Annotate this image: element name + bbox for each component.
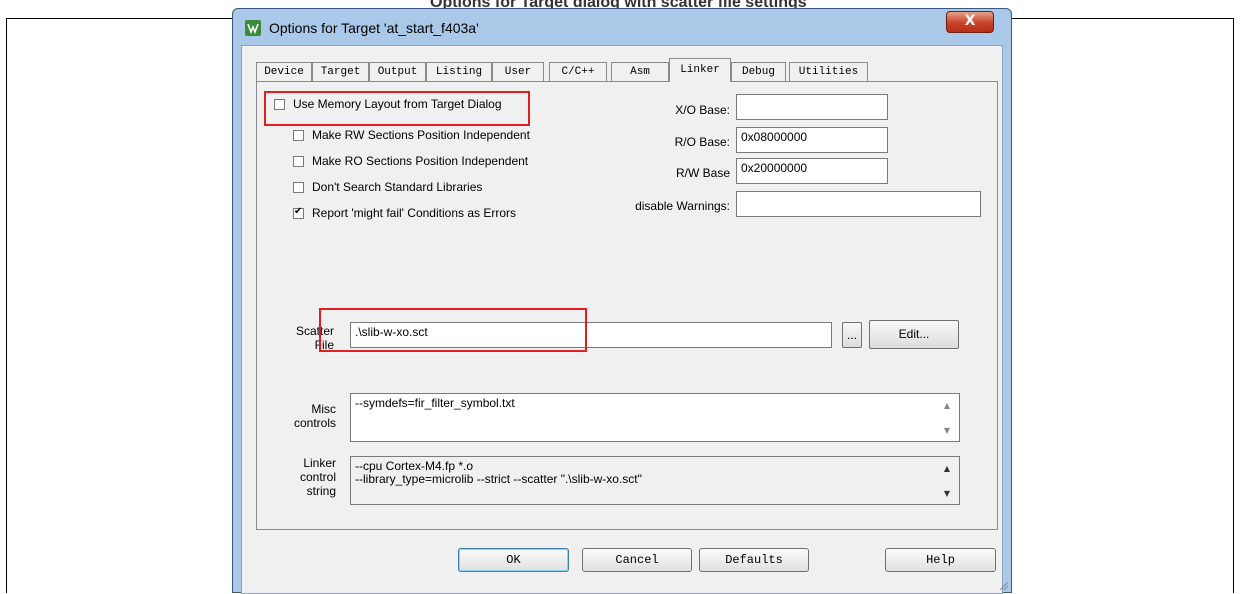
misc-controls-label-2: controls xyxy=(293,416,336,430)
cancel-button[interactable]: Cancel xyxy=(582,548,692,572)
rw-base-field[interactable]: 0x20000000 xyxy=(736,158,888,184)
scroll-up-icon[interactable]: ▲ xyxy=(941,464,953,474)
dont-search-libs-label: Don't Search Standard Libraries xyxy=(312,180,483,194)
close-button[interactable]: X xyxy=(946,11,994,33)
tab-debug[interactable]: Debug xyxy=(731,62,786,81)
title-bar[interactable]: Options for Target 'at_start_f403a' X xyxy=(233,9,1011,45)
rw-independent-checkbox[interactable]: Make RW Sections Position Independent xyxy=(293,128,530,142)
rw-base-label: R/W Base xyxy=(675,166,730,180)
ro-base-field[interactable]: 0x08000000 xyxy=(736,127,888,153)
linker-control-label-1: Linker xyxy=(303,456,336,470)
report-might-fail-label: Report 'might fail' Conditions as Errors xyxy=(312,206,516,220)
tab-asm[interactable]: Asm xyxy=(611,62,669,81)
scroll-down-icon[interactable]: ▼ xyxy=(941,489,953,499)
disable-warnings-label: disable Warnings: xyxy=(635,199,730,213)
tab-device[interactable]: Device xyxy=(256,62,312,81)
checkbox-box-checked[interactable] xyxy=(293,206,304,219)
scroll-up-icon[interactable]: ▲ xyxy=(941,401,953,411)
linker-control-textarea: --cpu Cortex-M4.fp *.o --library_type=mi… xyxy=(350,456,960,505)
close-icon: X xyxy=(964,13,976,29)
keil-app-icon xyxy=(245,20,261,36)
ro-independent-checkbox[interactable]: Make RO Sections Position Independent xyxy=(293,154,528,168)
linker-control-line-2: --library_type=microlib --strict --scatt… xyxy=(355,472,642,486)
tab-target[interactable]: Target xyxy=(312,62,369,81)
dont-search-libs-checkbox[interactable]: Don't Search Standard Libraries xyxy=(293,180,482,194)
ok-button[interactable]: OK xyxy=(458,548,569,572)
ro-independent-label: Make RO Sections Position Independent xyxy=(312,154,529,168)
checkbox-box[interactable] xyxy=(293,129,304,141)
highlight-scatter-file xyxy=(319,308,587,352)
tab-user[interactable]: User xyxy=(492,62,544,81)
linker-control-label-3: string xyxy=(306,484,336,498)
misc-controls-label-1: Misc xyxy=(311,402,336,416)
help-button[interactable]: Help xyxy=(885,548,996,572)
misc-controls-text: --symdefs=fir_filter_symbol.txt xyxy=(355,396,515,410)
report-might-fail-checkbox[interactable]: Report 'might fail' Conditions as Errors xyxy=(293,206,516,220)
tab-utilities[interactable]: Utilities xyxy=(789,62,868,81)
edit-scatter-button[interactable]: Edit... xyxy=(869,320,959,349)
linker-control-label-2: control xyxy=(299,470,336,484)
ro-base-label: R/O Base: xyxy=(674,135,730,149)
disable-warnings-field[interactable] xyxy=(736,191,981,217)
checkbox-box[interactable] xyxy=(293,181,304,193)
browse-scatter-button[interactable]: ... xyxy=(842,322,862,348)
xo-base-label: X/O Base: xyxy=(675,103,730,117)
resize-grip-icon[interactable] xyxy=(998,580,1008,590)
scroll-down-icon[interactable]: ▼ xyxy=(941,426,953,436)
tab-output[interactable]: Output xyxy=(369,62,426,81)
highlight-memory-layout xyxy=(264,91,530,126)
dialog-title: Options for Target 'at_start_f403a' xyxy=(269,20,479,36)
checkbox-box[interactable] xyxy=(293,155,304,167)
tab-linker[interactable]: Linker xyxy=(669,58,731,82)
tab-listing[interactable]: Listing xyxy=(426,62,492,81)
rw-independent-label: Make RW Sections Position Independent xyxy=(312,128,530,142)
defaults-button[interactable]: Defaults xyxy=(699,548,809,572)
tab-c-cpp[interactable]: C/C++ xyxy=(549,62,607,81)
xo-base-field[interactable] xyxy=(736,94,888,120)
misc-controls-textarea[interactable]: --symdefs=fir_filter_symbol.txt ▲ ▼ xyxy=(350,393,960,442)
